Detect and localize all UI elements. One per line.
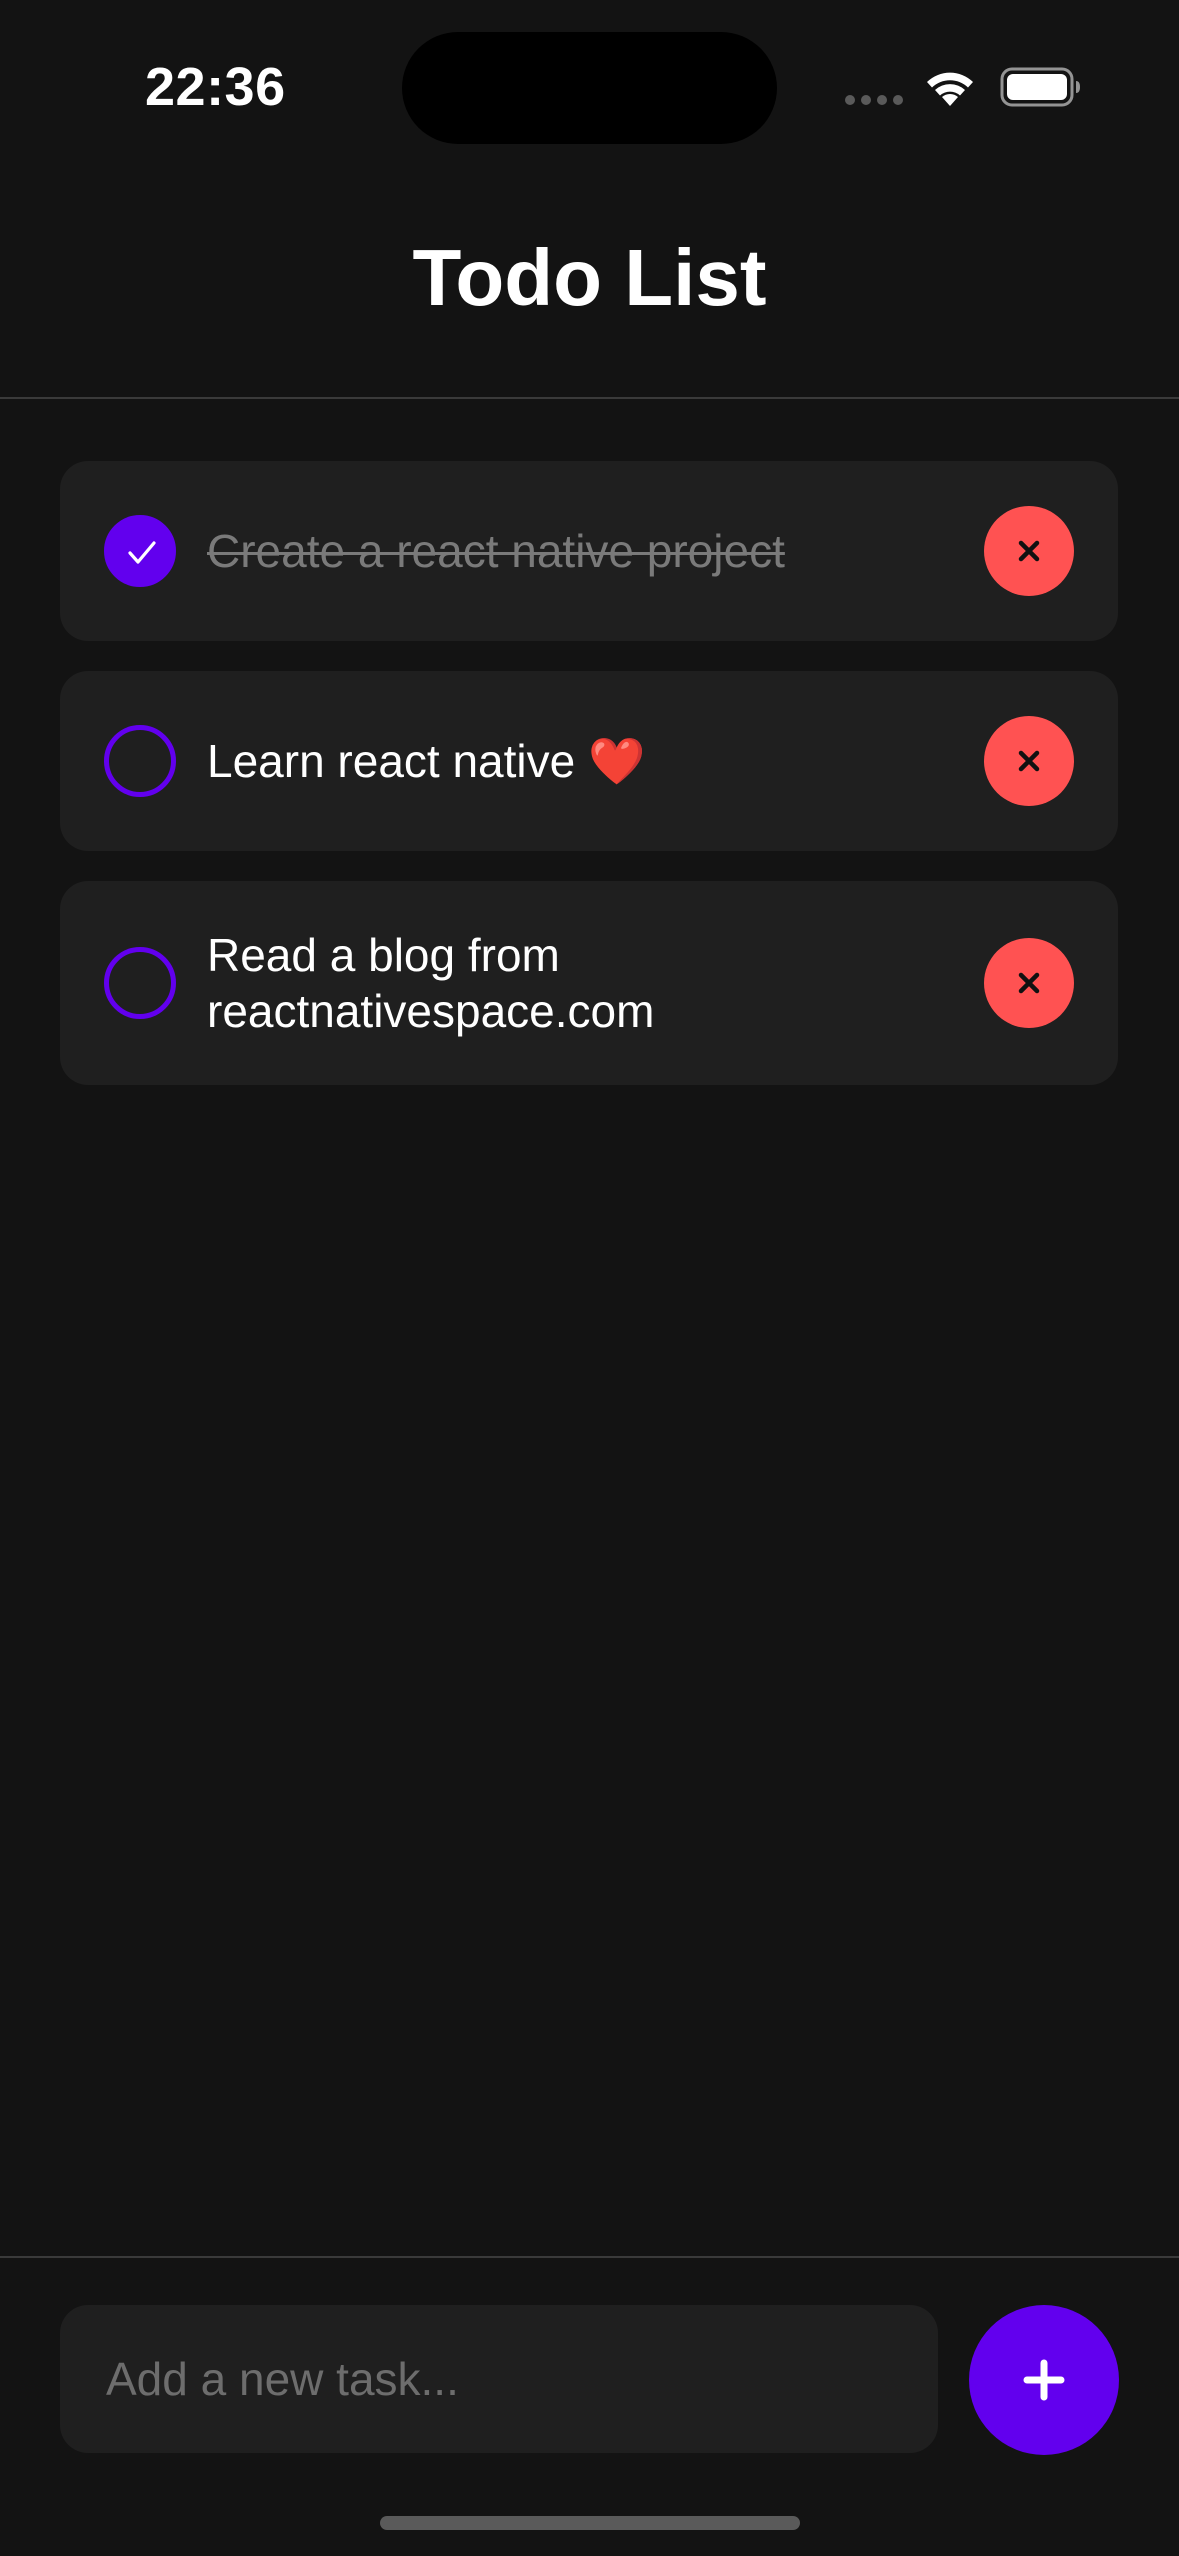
task-checkbox[interactable] (104, 947, 176, 1019)
close-icon (1018, 750, 1040, 772)
task-item[interactable]: Read a blog from reactnativespace.com (60, 881, 1118, 1085)
todo-screen: 22:36 Todo List Create a react native pr… (0, 0, 1179, 2556)
check-icon (128, 541, 156, 564)
dynamic-island (402, 32, 777, 144)
task-item[interactable]: Learn react native ❤️ (60, 671, 1118, 851)
task-item[interactable]: Create a react native project (60, 461, 1118, 641)
close-icon (1018, 972, 1040, 994)
task-text: Create a react native project (207, 525, 785, 577)
task-text: Read a blog from reactnativespace.com (207, 927, 987, 1039)
heart-emoji: ❤️ (588, 735, 646, 787)
close-icon (1018, 540, 1040, 562)
cellular-dots-icon (845, 95, 903, 105)
task-checkbox[interactable] (104, 515, 176, 587)
status-time: 22:36 (145, 57, 286, 117)
task-label: Learn react native (207, 735, 576, 787)
header-divider (0, 397, 1179, 399)
delete-task-button[interactable] (984, 506, 1074, 596)
task-text-line: reactnativespace.com (207, 985, 655, 1037)
add-task-button[interactable] (969, 2305, 1119, 2455)
battery-icon (1000, 67, 1080, 107)
new-task-input[interactable] (60, 2305, 938, 2453)
plus-icon (1023, 2359, 1065, 2401)
page-title: Todo List (412, 233, 767, 322)
delete-task-button[interactable] (984, 716, 1074, 806)
task-text: Learn react native ❤️ (207, 733, 987, 789)
footer-divider (0, 2256, 1179, 2258)
delete-task-button[interactable] (984, 938, 1074, 1028)
task-text-line: Read a blog from (207, 929, 560, 981)
home-indicator[interactable] (380, 2516, 800, 2530)
task-checkbox[interactable] (104, 725, 176, 797)
wifi-icon (927, 72, 973, 106)
